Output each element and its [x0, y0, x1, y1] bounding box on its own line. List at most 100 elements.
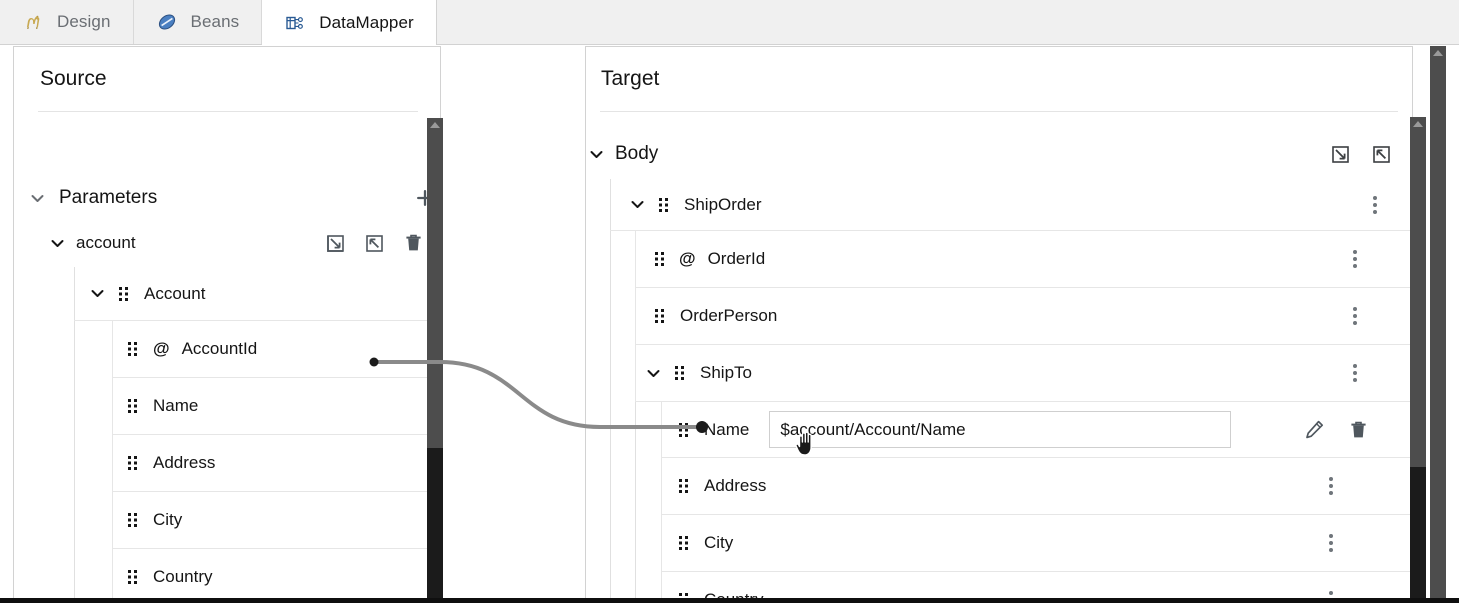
- grip-icon: [127, 398, 141, 415]
- document-account-label: Account: [144, 284, 205, 304]
- grip-icon: [127, 455, 141, 472]
- source-parameter-account: account: [48, 219, 440, 603]
- shipto-children: Name $account/Account/Name: [661, 402, 1413, 603]
- target-inner-scrollbar-thumb[interactable]: [1410, 117, 1426, 467]
- source-field-label: Address: [153, 453, 215, 473]
- source-field-label: City: [153, 510, 182, 530]
- source-field-city[interactable]: City: [112, 492, 440, 549]
- source-document-account: Account @ AccountId: [74, 267, 440, 603]
- shipto-menu-icon[interactable]: [1342, 359, 1368, 387]
- shiporder-label: ShipOrder: [684, 195, 761, 215]
- grip-icon: [678, 421, 692, 438]
- account-expand-toggle[interactable]: [48, 234, 66, 252]
- body-header-row: Body: [586, 129, 1413, 179]
- target-field-shipto[interactable]: ShipTo: [635, 345, 1413, 402]
- target-field-orderid[interactable]: @ OrderId: [635, 231, 1413, 288]
- grip-icon: [678, 478, 692, 495]
- target-body-group: Body: [586, 129, 1413, 603]
- camel-icon: [22, 11, 44, 33]
- mapping-expression-value: $account/Account/Name: [780, 420, 965, 440]
- target-field-label: City: [704, 533, 733, 553]
- tab-design[interactable]: Design: [0, 0, 134, 44]
- orderperson-menu-icon[interactable]: [1342, 302, 1368, 330]
- datamapper-icon: [284, 12, 306, 34]
- grip-icon: [674, 365, 688, 382]
- delete-icon[interactable]: [400, 230, 426, 256]
- account-document-expand-toggle[interactable]: [88, 285, 106, 303]
- grip-icon: [127, 569, 141, 586]
- parameters-header-row: Parameters: [28, 173, 440, 223]
- grip-icon: [678, 535, 692, 552]
- scroll-up-arrow-icon[interactable]: [1430, 46, 1446, 59]
- target-panel: Target Body: [585, 46, 1413, 603]
- expand-all-icon[interactable]: [361, 230, 387, 256]
- target-field-address[interactable]: Address: [661, 458, 1413, 515]
- target-panel-title: Target: [586, 47, 1412, 91]
- account-label: account: [76, 233, 136, 253]
- source-scrollbar-thumb[interactable]: [427, 118, 443, 448]
- target-inner-scrollbar[interactable]: [1410, 117, 1426, 603]
- grip-icon: [127, 341, 141, 358]
- source-field-label: Name: [153, 396, 198, 416]
- target-field-label: ShipTo: [700, 363, 752, 383]
- parameter-account-row[interactable]: account: [48, 219, 440, 267]
- body-label: Body: [615, 143, 658, 165]
- grip-icon: [654, 251, 668, 268]
- source-panel: Source Parameters account: [13, 46, 441, 603]
- document-account-row[interactable]: Account: [74, 267, 440, 321]
- source-field-address[interactable]: Address: [112, 435, 440, 492]
- orderid-menu-icon[interactable]: [1342, 245, 1368, 273]
- scroll-up-arrow-icon[interactable]: [427, 118, 443, 131]
- scroll-up-arrow-icon[interactable]: [1410, 117, 1426, 130]
- grip-icon: [118, 285, 132, 302]
- source-field-list: @ AccountId Name: [112, 321, 440, 603]
- tab-beans-label: Beans: [191, 12, 240, 32]
- grip-icon: [658, 196, 672, 213]
- datamapper-screen: Design Beans DataMapper: [0, 0, 1459, 603]
- shipto-expand-toggle[interactable]: [644, 364, 662, 382]
- bean-icon: [156, 11, 178, 33]
- target-title-divider: [600, 111, 1398, 112]
- target-field-label: OrderPerson: [680, 306, 777, 326]
- parameters-label: Parameters: [59, 187, 157, 209]
- expand-all-icon[interactable]: [1368, 141, 1394, 167]
- page-scrollbar-thumb[interactable]: [1430, 46, 1446, 603]
- address-menu-icon[interactable]: [1318, 472, 1344, 500]
- editor-tab-bar: Design Beans DataMapper: [0, 0, 1459, 45]
- grip-icon: [127, 512, 141, 529]
- delete-icon[interactable]: [1345, 417, 1371, 443]
- target-field-orderperson[interactable]: OrderPerson: [635, 288, 1413, 345]
- source-field-country[interactable]: Country: [112, 549, 440, 603]
- shiporder-menu-icon[interactable]: [1362, 191, 1388, 219]
- source-title-divider: [38, 111, 418, 112]
- target-field-label: OrderId: [708, 249, 766, 269]
- shiporder-expand-toggle[interactable]: [628, 196, 646, 214]
- tab-bar-filler: [437, 0, 1459, 44]
- tab-design-label: Design: [57, 12, 111, 32]
- grip-icon: [654, 308, 668, 325]
- mapping-expression-input[interactable]: $account/Account/Name: [769, 411, 1231, 448]
- source-parameters-group: Parameters: [28, 173, 440, 223]
- tab-datamapper[interactable]: DataMapper: [262, 0, 437, 45]
- collapse-all-icon[interactable]: [1327, 141, 1353, 167]
- attribute-icon: @: [153, 339, 170, 359]
- city-menu-icon[interactable]: [1318, 529, 1344, 557]
- source-field-name[interactable]: Name: [112, 378, 440, 435]
- shiporder-children: @ OrderId OrderPerson: [635, 231, 1413, 603]
- parameters-expand-toggle[interactable]: [28, 189, 46, 207]
- source-field-label: AccountId: [182, 339, 258, 359]
- target-field-label: Name: [704, 420, 749, 440]
- source-field-accountid[interactable]: @ AccountId: [112, 321, 440, 378]
- collapse-all-icon[interactable]: [322, 230, 348, 256]
- source-scrollbar[interactable]: [427, 118, 443, 603]
- target-field-name[interactable]: Name $account/Account/Name: [661, 402, 1413, 458]
- source-panel-title: Source: [14, 47, 440, 91]
- target-field-city[interactable]: City: [661, 515, 1413, 572]
- body-expand-toggle[interactable]: [587, 145, 605, 163]
- edit-icon[interactable]: [1301, 417, 1327, 443]
- page-scrollbar[interactable]: [1430, 46, 1446, 603]
- tab-beans[interactable]: Beans: [134, 0, 263, 44]
- shiporder-row[interactable]: ShipOrder: [610, 179, 1413, 231]
- target-field-label: Address: [704, 476, 766, 496]
- bottom-edge-strip: [0, 598, 1459, 603]
